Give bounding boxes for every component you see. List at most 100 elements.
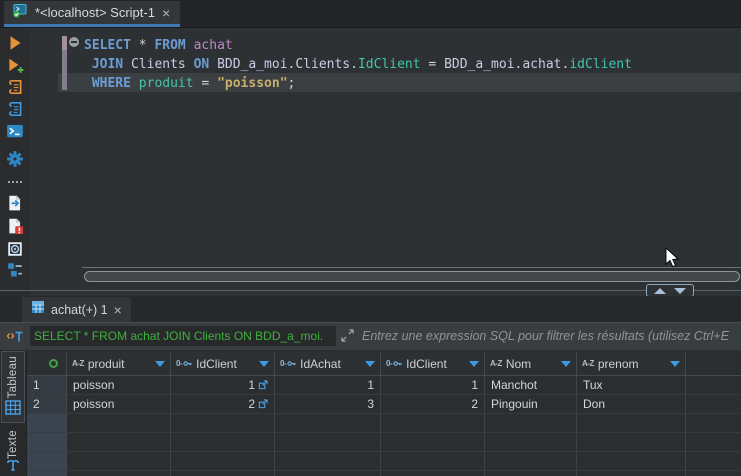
empty-cell[interactable] — [381, 433, 485, 452]
cell-value: poisson — [73, 378, 114, 392]
empty-cell[interactable] — [171, 471, 275, 476]
presentation-tab-texte[interactable]: Texte — [1, 426, 25, 476]
cell-produit[interactable]: poisson — [67, 395, 171, 414]
presentation-tab-tableau[interactable]: Tableau — [1, 351, 25, 423]
sql-editor[interactable]: SELECT * FROM achat JOIN Clients ON BDD_… — [0, 28, 741, 296]
cell-produit[interactable]: poisson — [67, 376, 171, 395]
sort-dropdown-icon[interactable] — [259, 361, 269, 367]
cell-idachat[interactable]: 3 — [275, 395, 381, 414]
results-tab-close-icon[interactable]: × — [114, 303, 122, 317]
settings-gear-button[interactable] — [6, 150, 24, 168]
foreign-key-link-icon[interactable] — [258, 380, 268, 390]
row-number-cell[interactable] — [27, 414, 67, 433]
editor-tab[interactable]: *<localhost> Script-1 × — [4, 1, 180, 27]
string-type-icon: A-Z — [72, 359, 84, 368]
empty-cell[interactable] — [275, 414, 381, 433]
editor-tab-title: *<localhost> Script-1 — [35, 5, 155, 20]
foreign-key-link-icon[interactable] — [258, 399, 268, 409]
validate-script-button[interactable] — [6, 217, 24, 235]
column-header-idclient[interactable]: 0-IdClient — [171, 352, 275, 376]
sql-code[interactable]: SELECT * FROM achat JOIN Clients ON BDD_… — [84, 36, 632, 93]
results-tab-bar: achat(+) 1 × — [0, 296, 741, 322]
empty-cell[interactable] — [381, 452, 485, 471]
empty-row — [27, 452, 741, 471]
empty-cell[interactable] — [67, 471, 171, 476]
sash-collapse-down-icon[interactable] — [674, 288, 686, 294]
outline-button[interactable] — [6, 261, 24, 279]
empty-cell[interactable] — [171, 414, 275, 433]
row-number-cell[interactable] — [27, 471, 67, 476]
sort-dropdown-icon[interactable] — [365, 361, 375, 367]
sort-dropdown-icon[interactable] — [469, 361, 479, 367]
empty-row — [27, 414, 741, 433]
header-filler — [686, 352, 741, 376]
execute-statement-button[interactable] — [6, 34, 24, 52]
cell-idachat[interactable]: 1 — [275, 376, 381, 395]
sash-collapse-up-icon[interactable] — [654, 288, 666, 294]
cell-nom[interactable]: Pingouin — [485, 395, 577, 414]
empty-cell[interactable] — [67, 452, 171, 471]
row-number-cell[interactable]: 1 — [27, 376, 67, 395]
horizontal-scrollbar[interactable] — [84, 271, 740, 282]
save-file-button[interactable] — [6, 240, 24, 258]
export-result-button[interactable] — [6, 194, 24, 212]
code-line[interactable]: JOIN Clients ON BDD_a_moi.Clients.IdClie… — [84, 55, 632, 74]
empty-cell[interactable] — [577, 452, 686, 471]
row-number-cell[interactable]: 2 — [27, 395, 67, 414]
sort-dropdown-icon[interactable] — [561, 361, 571, 367]
filter-query-text[interactable]: SELECT * FROM achat JOIN Clients ON BDD_… — [30, 326, 336, 346]
numeric-type-icon: 0- — [176, 359, 182, 368]
empty-cell[interactable] — [485, 414, 577, 433]
change-indicator-bar — [62, 36, 67, 50]
empty-cell[interactable] — [171, 452, 275, 471]
column-header-nom[interactable]: A-ZNom — [485, 352, 577, 376]
mouse-cursor — [665, 247, 680, 268]
cell-nom[interactable]: Manchot — [485, 376, 577, 395]
sql-script-icon — [12, 2, 28, 23]
empty-cell[interactable] — [275, 433, 381, 452]
code-line[interactable]: SELECT * FROM achat — [84, 36, 632, 55]
row-number-cell[interactable] — [27, 433, 67, 452]
sort-dropdown-icon[interactable] — [670, 361, 680, 367]
sql-console-button[interactable] — [6, 122, 24, 140]
filter-input-placeholder[interactable]: Entrez une expression SQL pour filtrer l… — [362, 323, 741, 350]
cell-prenom[interactable]: Don — [577, 395, 686, 414]
cell-prenom[interactable]: Tux — [577, 376, 686, 395]
empty-cell[interactable] — [577, 471, 686, 476]
sort-dropdown-icon[interactable] — [155, 361, 165, 367]
empty-cell[interactable] — [381, 471, 485, 476]
empty-cell[interactable] — [485, 452, 577, 471]
fold-collapse-icon[interactable] — [69, 37, 79, 47]
empty-cell[interactable] — [171, 433, 275, 452]
column-header-idclient[interactable]: 0-IdClient — [381, 352, 485, 376]
empty-cell[interactable] — [275, 471, 381, 476]
empty-cell[interactable] — [67, 433, 171, 452]
column-label: produit — [88, 357, 125, 371]
empty-cell[interactable] — [485, 433, 577, 452]
empty-cell[interactable] — [275, 452, 381, 471]
empty-cell[interactable] — [577, 414, 686, 433]
cell-idclient[interactable]: 2 — [171, 395, 275, 414]
cell-idclient[interactable]: 2 — [381, 395, 485, 414]
execute-new-tab-button[interactable] — [6, 57, 24, 75]
results-tab[interactable]: achat(+) 1 × — [22, 297, 131, 322]
column-header-produit[interactable]: A-Z produit — [67, 352, 171, 376]
empty-cell[interactable] — [381, 414, 485, 433]
expand-icon[interactable] — [340, 328, 355, 348]
column-header-prenom[interactable]: A-Zprenom — [577, 352, 686, 376]
code-line[interactable]: WHERE produit = "poisson"; — [84, 74, 632, 93]
empty-cell[interactable] — [67, 414, 171, 433]
execute-script-button[interactable] — [6, 78, 24, 96]
cell-idclient[interactable]: 1 — [381, 376, 485, 395]
column-header-idachat[interactable]: 0-IdAchat — [275, 352, 381, 376]
table-icon — [31, 300, 45, 319]
cell-idclient[interactable]: 1 — [171, 376, 275, 395]
empty-cell[interactable] — [577, 433, 686, 452]
grid-corner-cell[interactable] — [27, 352, 67, 376]
row-number-cell[interactable] — [27, 452, 67, 471]
explain-plan-button[interactable] — [6, 100, 24, 118]
cell-value: Tux — [583, 378, 603, 392]
editor-tab-close-icon[interactable]: × — [162, 6, 170, 20]
string-type-icon: A-Z — [582, 359, 594, 368]
empty-cell[interactable] — [485, 471, 577, 476]
